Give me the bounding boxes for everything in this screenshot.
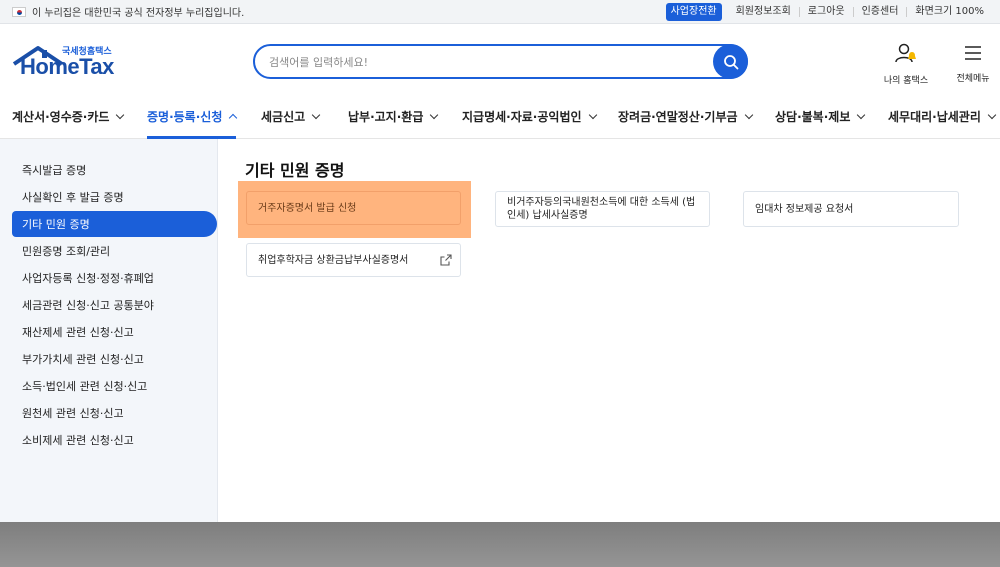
card-label: 취업후학자금 상환금납부사실증명서 xyxy=(258,254,409,266)
chevron-down-icon xyxy=(588,110,597,119)
nav-item-tax-agent[interactable]: 세무대리·납세관리 xyxy=(888,94,997,139)
submenu-content: 기타 민원 증명 거주자증명서 발급 신청 비거주자등의국내원천소득에 대한 소… xyxy=(218,139,1000,522)
main-nav: 계산서·영수증·카드 증명·등록·신청 세금신고 납부·고지·환급 지급명세·자… xyxy=(0,94,1000,139)
nav-item-consulting[interactable]: 상담·불복·제보 xyxy=(775,94,866,139)
nav-item-label: 세무대리·납세관리 xyxy=(888,110,981,124)
hamburger-menu-icon xyxy=(965,46,981,60)
nav-item-label: 증명·등록·신청 xyxy=(147,110,223,124)
sidebar-item-withholding[interactable]: 원천세 관련 신청·신고 xyxy=(12,400,217,426)
all-menu-button[interactable]: 전체메뉴 xyxy=(945,42,1000,84)
card-label: 비거주자등의국내원천소득에 대한 소득세 (법인세) 납세사실증명 xyxy=(507,197,696,221)
search-icon xyxy=(723,54,738,69)
business-switch-button[interactable]: 사업장전환 xyxy=(665,3,722,21)
chevron-up-icon xyxy=(229,113,238,123)
gov-banner: 이 누리집은 대한민국 공식 전자정부 누리집입니다. 사업장전환 회원정보조회… xyxy=(0,0,1000,24)
card-label: 임대차 정보제공 요청서 xyxy=(755,203,854,215)
chevron-down-icon xyxy=(311,110,321,119)
student-loan-cert-card[interactable]: 취업후학자금 상환금납부사실증명서 xyxy=(246,243,461,277)
utility-links: 사업장전환 회원정보조회 로그아웃 인증센터 화면크기 100% xyxy=(665,0,992,24)
sidebar-item-cert-manage[interactable]: 민원증명 조회/관리 xyxy=(12,238,217,264)
chevron-down-icon xyxy=(987,110,997,119)
sidebar-item-other-cert[interactable]: 기타 민원 증명 xyxy=(12,211,217,237)
page-backdrop xyxy=(0,522,1000,567)
logout-link[interactable]: 로그아웃 xyxy=(798,7,853,17)
nav-item-incentives[interactable]: 장려금·연말정산·기부금 xyxy=(618,94,753,139)
chevron-down-icon xyxy=(744,110,753,119)
nav-item-label: 세금신고 xyxy=(261,110,306,124)
sidebar-item-vat[interactable]: 부가가치세 관련 신청·신고 xyxy=(12,346,217,372)
nonresident-tax-cert-card[interactable]: 비거주자등의국내원천소득에 대한 소득세 (법인세) 납세사실증명 xyxy=(495,191,710,227)
cert-center-link[interactable]: 인증센터 xyxy=(852,7,907,17)
card-label: 거주자증명서 발급 신청 xyxy=(258,202,357,214)
backdrop-shade xyxy=(0,522,1000,567)
nav-item-label: 지급명세·자료·공익법인 xyxy=(462,110,582,124)
search-bar xyxy=(253,44,748,79)
chevron-down-icon xyxy=(857,110,866,119)
sidebar-item-consumption-tax[interactable]: 소비제세 관련 신청·신고 xyxy=(12,427,217,453)
member-info-link[interactable]: 회원정보조회 xyxy=(728,7,799,17)
chevron-down-icon xyxy=(116,110,125,119)
korea-flag-icon xyxy=(12,6,26,17)
dropdown-panel: 즉시발급 증명 사실확인 후 발급 증명 기타 민원 증명 민원증명 조회/관리… xyxy=(0,139,1000,522)
my-hometax-button[interactable]: 나의 홈택스 xyxy=(878,42,934,86)
chevron-down-icon xyxy=(430,110,439,119)
nav-item-invoice[interactable]: 계산서·영수증·카드 xyxy=(12,94,125,139)
screen-size-control[interactable]: 화면크기 100% xyxy=(906,7,992,17)
residence-cert-card[interactable]: 거주자증명서 발급 신청 xyxy=(246,191,461,225)
nav-item-statements[interactable]: 지급명세·자료·공익법인 xyxy=(462,94,597,139)
sidebar-item-property-tax[interactable]: 재산제세 관련 신청·신고 xyxy=(12,319,217,345)
nav-item-label: 납부·고지·환급 xyxy=(348,110,424,124)
sidebar-item-income-corporate[interactable]: 소득·법인세 관련 신청·신고 xyxy=(12,373,217,399)
site-header: 국세청홈택스 HomeTax 나의 홈택스 전체메뉴 xyxy=(0,24,1000,94)
my-hometax-label: 나의 홈택스 xyxy=(883,76,929,86)
sidebar-item-instant-cert[interactable]: 즉시발급 증명 xyxy=(12,157,217,183)
section-title: 기타 민원 증명 xyxy=(245,161,345,180)
sidebar-item-business-registration[interactable]: 사업자등록 신청·정정·휴폐업 xyxy=(12,265,217,291)
submenu-sidebar: 즉시발급 증명 사실확인 후 발급 증명 기타 민원 증명 민원증명 조회/관리… xyxy=(0,139,218,522)
sidebar-item-verified-cert[interactable]: 사실확인 후 발급 증명 xyxy=(12,184,217,210)
lease-info-request-card[interactable]: 임대차 정보제공 요청서 xyxy=(743,191,959,227)
user-bell-icon xyxy=(895,43,916,63)
gov-notice-text: 이 누리집은 대한민국 공식 전자정부 누리집입니다. xyxy=(32,8,245,19)
nav-item-tax-filing[interactable]: 세금신고 xyxy=(261,94,321,139)
nav-item-certificates[interactable]: 증명·등록·신청 xyxy=(147,94,238,139)
sidebar-item-common-application[interactable]: 세금관련 신청·신고 공통분야 xyxy=(12,292,217,318)
nav-item-label: 상담·불복·제보 xyxy=(775,110,851,124)
search-input[interactable] xyxy=(269,53,709,71)
hometax-logo[interactable]: 국세청홈택스 HomeTax xyxy=(12,44,122,84)
nav-item-payment[interactable]: 납부·고지·환급 xyxy=(348,94,439,139)
external-link-icon xyxy=(440,254,452,266)
all-menu-label: 전체메뉴 xyxy=(956,74,990,84)
nav-item-label: 장려금·연말정산·기부금 xyxy=(618,110,738,124)
search-button[interactable] xyxy=(713,44,748,79)
nav-item-label: 계산서·영수증·카드 xyxy=(12,110,110,124)
